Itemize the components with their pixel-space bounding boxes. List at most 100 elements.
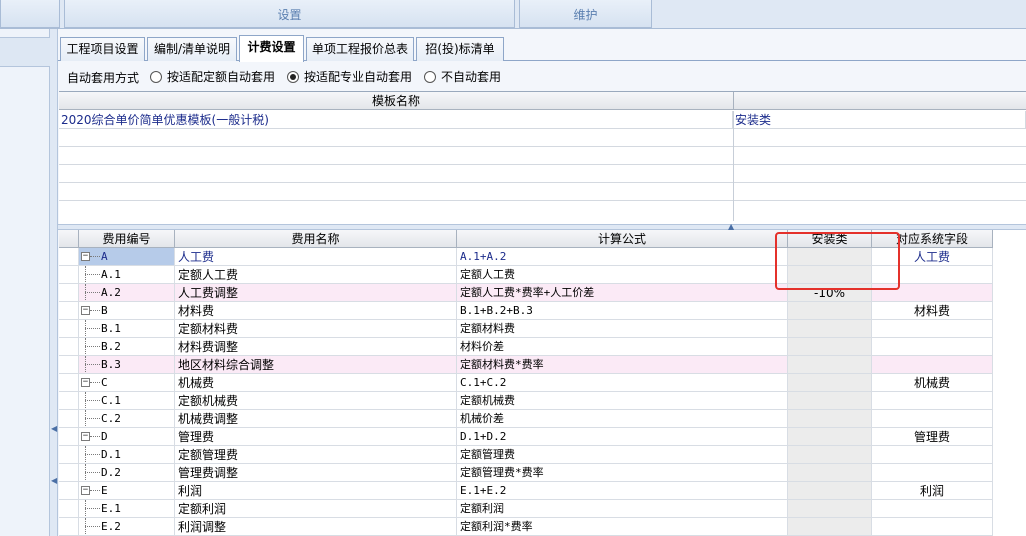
fee-table-row[interactable]: D.1 定额管理费 定额管理费 (59, 446, 993, 464)
fee-code-cell[interactable]: A.1 (79, 266, 175, 284)
radio-off-icon[interactable] (424, 70, 436, 83)
radio-off-icon[interactable] (150, 70, 162, 83)
fee-code-cell[interactable]: E.1 (79, 500, 175, 518)
fee-install-cell[interactable] (788, 320, 872, 338)
header-code[interactable]: 费用编号 (79, 230, 175, 248)
fee-sys-field-cell[interactable]: 机械费 (872, 374, 993, 392)
template-row[interactable]: 2020综合单价简单优惠模板(一般计税) 安装类 (59, 111, 1026, 129)
fee-formula-cell[interactable]: A.1+A.2 (457, 248, 788, 266)
fee-code-cell[interactable]: D.2 (79, 464, 175, 482)
fee-install-cell[interactable] (788, 518, 872, 536)
expand-left-arrow-icon[interactable]: ◀ (51, 477, 57, 485)
fee-table-row[interactable]: C.2 机械费调整 机械价差 (59, 410, 993, 428)
collapse-node-icon[interactable]: − (81, 306, 90, 315)
fee-table-row[interactable]: − E 利润 E.1+E.2 利润 (59, 482, 993, 500)
collapse-node-icon[interactable]: − (81, 378, 90, 387)
collapse-node-icon[interactable]: − (81, 252, 90, 261)
fee-name-cell[interactable]: 管理费调整 (175, 464, 457, 482)
fee-code-cell[interactable]: D.1 (79, 446, 175, 464)
fee-code-cell[interactable]: − C (79, 374, 175, 392)
tab-fee-settings[interactable]: 计费设置 (239, 35, 304, 62)
fee-sys-field-cell[interactable] (872, 410, 993, 428)
fee-code-cell[interactable]: − D (79, 428, 175, 446)
fee-name-cell[interactable]: 利润调整 (175, 518, 457, 536)
fee-table-row[interactable]: B.2 材料费调整 材料价差 (59, 338, 993, 356)
fee-install-cell[interactable] (788, 446, 872, 464)
fee-table-row[interactable]: E.2 利润调整 定额利润*费率 (59, 518, 993, 536)
fee-formula-cell[interactable]: 定额利润*费率 (457, 518, 788, 536)
fee-name-cell[interactable]: 机械费 (175, 374, 457, 392)
fee-code-cell[interactable]: − B (79, 302, 175, 320)
collapse-node-icon[interactable]: − (81, 486, 90, 495)
fee-sys-field-cell[interactable] (872, 518, 993, 536)
fee-install-cell[interactable] (788, 464, 872, 482)
fee-formula-cell[interactable]: B.1+B.2+B.3 (457, 302, 788, 320)
vertical-splitter[interactable]: ◀ ◀ (50, 29, 58, 536)
fee-formula-cell[interactable]: 材料价差 (457, 338, 788, 356)
ribbon-settings-button[interactable]: 设置 (64, 0, 515, 28)
fee-code-cell[interactable]: − A (79, 248, 175, 266)
fee-code-cell[interactable]: B.3 (79, 356, 175, 374)
fee-table-row[interactable]: B.3 地区材料综合调整 定额材料费*费率 (59, 356, 993, 374)
fee-table-row[interactable]: D.2 管理费调整 定额管理费*费率 (59, 464, 993, 482)
fee-formula-cell[interactable]: E.1+E.2 (457, 482, 788, 500)
fee-formula-cell[interactable]: 定额利润 (457, 500, 788, 518)
fee-formula-cell[interactable]: 定额材料费 (457, 320, 788, 338)
template-category-cell[interactable]: 安装类 (733, 111, 1026, 129)
fee-formula-cell[interactable]: C.1+C.2 (457, 374, 788, 392)
fee-sys-field-cell[interactable] (872, 392, 993, 410)
fee-formula-cell[interactable]: 定额人工费 (457, 266, 788, 284)
fee-code-cell[interactable]: − E (79, 482, 175, 500)
template-row-empty[interactable] (59, 165, 1026, 183)
template-row-empty[interactable] (59, 147, 1026, 165)
radio-profession-auto[interactable]: 按适配专业自动套用 (287, 68, 412, 85)
fee-formula-cell[interactable]: 定额材料费*费率 (457, 356, 788, 374)
tab-project-settings[interactable]: 工程项目设置 (60, 37, 145, 61)
fee-name-cell[interactable]: 人工费调整 (175, 284, 457, 302)
fee-table-row[interactable]: − C 机械费 C.1+C.2 机械费 (59, 374, 993, 392)
tab-quotation-summary[interactable]: 单项工程报价总表 (306, 37, 414, 61)
fee-code-cell[interactable]: C.1 (79, 392, 175, 410)
fee-install-cell[interactable] (788, 500, 872, 518)
fee-code-cell[interactable]: E.2 (79, 518, 175, 536)
fee-formula-cell[interactable]: D.1+D.2 (457, 428, 788, 446)
fee-formula-cell[interactable]: 定额管理费*费率 (457, 464, 788, 482)
fee-name-cell[interactable]: 材料费调整 (175, 338, 457, 356)
fee-name-cell[interactable]: 利润 (175, 482, 457, 500)
collapse-left-arrow-icon[interactable]: ◀ (51, 425, 57, 433)
fee-formula-cell[interactable]: 机械价差 (457, 410, 788, 428)
fee-table-row[interactable]: E.1 定额利润 定额利润 (59, 500, 993, 518)
fee-code-cell[interactable]: B.1 (79, 320, 175, 338)
fee-name-cell[interactable]: 定额材料费 (175, 320, 457, 338)
fee-code-cell[interactable]: B.2 (79, 338, 175, 356)
fee-name-cell[interactable]: 定额人工费 (175, 266, 457, 284)
radio-on-icon[interactable] (287, 70, 299, 83)
radio-quota-auto[interactable]: 按适配定额自动套用 (150, 68, 275, 85)
radio-no-auto[interactable]: 不自动套用 (424, 68, 501, 85)
fee-install-cell[interactable] (788, 392, 872, 410)
fee-formula-cell[interactable]: 定额机械费 (457, 392, 788, 410)
template-row-empty[interactable] (59, 183, 1026, 201)
fee-sys-field-cell[interactable] (872, 500, 993, 518)
fee-name-cell[interactable]: 定额利润 (175, 500, 457, 518)
fee-name-cell[interactable]: 管理费 (175, 428, 457, 446)
fee-formula-cell[interactable]: 定额管理费 (457, 446, 788, 464)
fee-install-cell[interactable] (788, 428, 872, 446)
header-name[interactable]: 费用名称 (175, 230, 457, 248)
fee-install-cell[interactable] (788, 410, 872, 428)
tab-bid-list[interactable]: 招(投)标清单 (416, 37, 504, 61)
fee-name-cell[interactable]: 定额管理费 (175, 446, 457, 464)
fee-sys-field-cell[interactable]: 利润 (872, 482, 993, 500)
fee-install-cell[interactable] (788, 338, 872, 356)
fee-name-cell[interactable]: 人工费 (175, 248, 457, 266)
fee-install-cell[interactable] (788, 374, 872, 392)
fee-sys-field-cell[interactable] (872, 464, 993, 482)
header-formula[interactable]: 计算公式 (457, 230, 788, 248)
fee-table-row[interactable]: B.1 定额材料费 定额材料费 (59, 320, 993, 338)
fee-table-row[interactable]: − B 材料费 B.1+B.2+B.3 材料费 (59, 302, 993, 320)
collapse-node-icon[interactable]: − (81, 432, 90, 441)
template-name-cell[interactable]: 2020综合单价简单优惠模板(一般计税) (59, 111, 733, 129)
fee-formula-cell[interactable]: 定额人工费*费率+人工价差 (457, 284, 788, 302)
fee-install-cell[interactable] (788, 302, 872, 320)
fee-name-cell[interactable]: 机械费调整 (175, 410, 457, 428)
